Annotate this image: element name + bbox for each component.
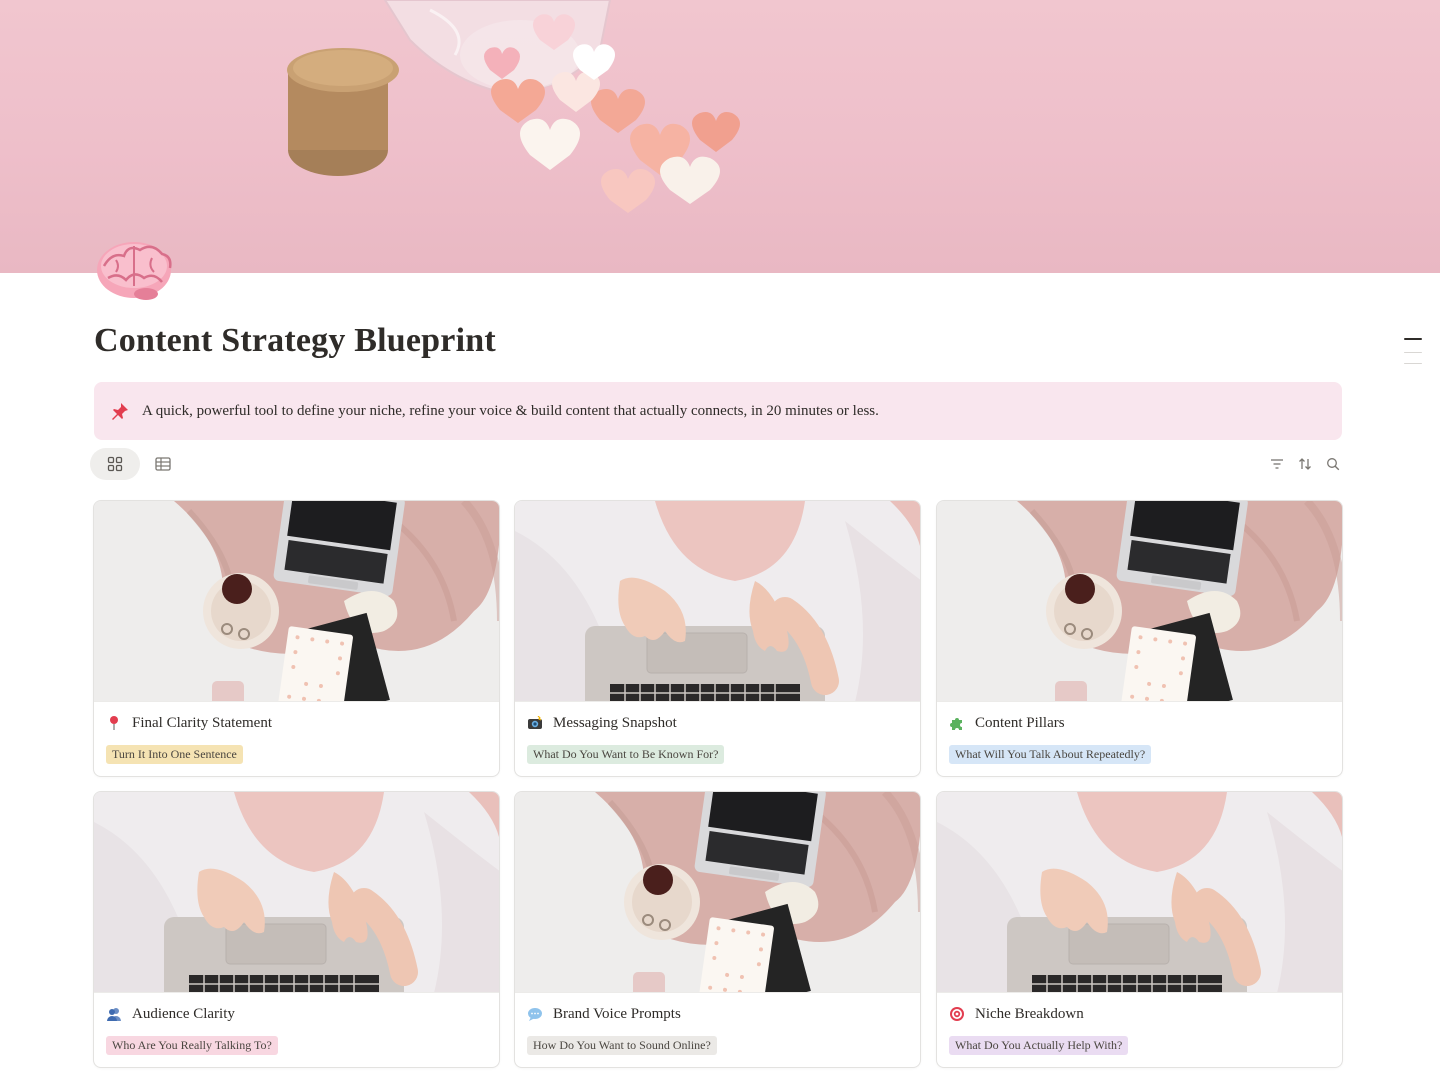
- card-cover-image: [937, 501, 1342, 702]
- table-view-tab[interactable]: [138, 448, 188, 480]
- card-title: Audience Clarity: [106, 1003, 235, 1025]
- database-view-bar: [90, 448, 1342, 480]
- card-title-text: Messaging Snapshot: [553, 714, 677, 731]
- callout-block[interactable]: A quick, powerful tool to define your ni…: [94, 382, 1342, 440]
- card-tag: What Will You Talk About Repeatedly?: [949, 745, 1152, 764]
- card-title: Brand Voice Prompts: [527, 1003, 681, 1025]
- card-tag: What Do You Want to Be Known For?: [527, 745, 725, 764]
- page-title[interactable]: Content Strategy Blueprint: [94, 322, 496, 360]
- table-of-contents-indicator[interactable]: [1404, 338, 1422, 374]
- card-cover-image: [937, 792, 1342, 993]
- card-cover-image: [515, 792, 920, 993]
- gallery-card[interactable]: Final Clarity Statement Turn It Into One …: [93, 500, 500, 777]
- target-icon: [949, 1006, 965, 1022]
- filter-icon: [1271, 459, 1283, 469]
- round-pushpin-icon: [106, 715, 122, 731]
- card-cover-image: [515, 501, 920, 702]
- puzzle-piece-icon: [949, 715, 965, 731]
- card-title-text: Audience Clarity: [132, 1005, 235, 1022]
- page-cover[interactable]: [0, 0, 1440, 273]
- card-title: Final Clarity Statement: [106, 712, 272, 734]
- card-title-text: Brand Voice Prompts: [553, 1005, 681, 1022]
- card-title: Messaging Snapshot: [527, 712, 677, 734]
- search-button[interactable]: [1324, 455, 1342, 473]
- people-icon: [106, 1006, 122, 1022]
- card-tag: Who Are You Really Talking To?: [106, 1036, 278, 1055]
- card-title-text: Final Clarity Statement: [132, 714, 272, 731]
- gallery-card[interactable]: Audience Clarity Who Are You Really Talki…: [93, 791, 500, 1068]
- filter-button[interactable]: [1268, 455, 1286, 473]
- sort-icon: [1299, 458, 1311, 470]
- pushpin-icon: [112, 403, 128, 420]
- card-title: Content Pillars: [949, 712, 1065, 734]
- card-tag: How Do You Want to Sound Online?: [527, 1036, 717, 1055]
- card-title-text: Niche Breakdown: [975, 1005, 1084, 1022]
- card-tag: What Do You Actually Help With?: [949, 1036, 1129, 1055]
- cover-image: [287, 0, 740, 213]
- gallery-card[interactable]: Niche Breakdown What Do You Actually Help…: [936, 791, 1343, 1068]
- speech-bubble-icon: [527, 1006, 543, 1022]
- table-view-icon: [155, 457, 171, 471]
- gallery-card[interactable]: Brand Voice Prompts How Do You Want to So…: [514, 791, 921, 1068]
- card-title-text: Content Pillars: [975, 714, 1065, 731]
- card-title: Niche Breakdown: [949, 1003, 1084, 1025]
- gallery-view-icon: [107, 456, 123, 472]
- card-tag: Turn It Into One Sentence: [106, 745, 243, 764]
- sort-button[interactable]: [1296, 455, 1314, 473]
- search-icon: [1327, 458, 1340, 471]
- callout-text: A quick, powerful tool to define your ni…: [142, 402, 879, 419]
- camera-flash-icon: [527, 715, 543, 731]
- gallery-card[interactable]: Messaging Snapshot What Do You Want to Be…: [514, 500, 921, 777]
- gallery-card[interactable]: Content Pillars What Will You Talk About …: [936, 500, 1343, 777]
- card-cover-image: [94, 792, 499, 993]
- card-cover-image: [94, 501, 499, 702]
- brain-icon[interactable]: [94, 236, 174, 306]
- gallery-view-tab[interactable]: [90, 448, 140, 480]
